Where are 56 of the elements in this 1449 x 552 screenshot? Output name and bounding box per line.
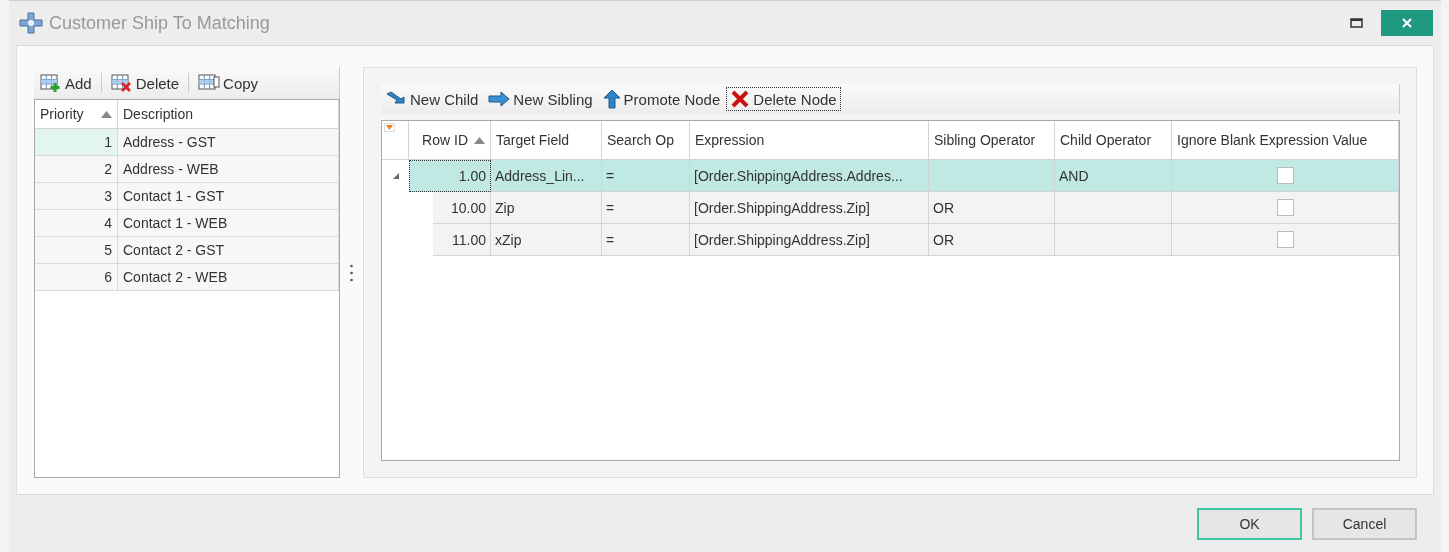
- table-cell: OR: [929, 224, 1055, 256]
- table-cell[interactable]: 1: [35, 129, 118, 155]
- arrow-right-icon: [488, 91, 511, 107]
- toolbar-button[interactable]: Delete Node: [726, 87, 841, 111]
- table-cell: [Order.ShippingAddress.Zip]: [690, 224, 929, 256]
- sort-ascending-icon: [101, 110, 112, 118]
- table-cell[interactable]: 2: [35, 156, 118, 182]
- tree-row[interactable]: 10.00 Zip = [Order.ShippingAddress.Zip] OR: [382, 192, 1399, 224]
- checkbox[interactable]: [1276, 231, 1294, 248]
- table-cell[interactable]: Contact 2 - WEB: [118, 264, 339, 290]
- table-cell: 11.00: [433, 224, 491, 256]
- expand-arrow-icon[interactable]: [391, 172, 400, 180]
- table-cell: xZip: [491, 224, 602, 256]
- toolbar-button[interactable]: New Child: [381, 87, 483, 111]
- arrow-up-icon: [602, 89, 621, 109]
- table-cell: =: [602, 224, 690, 256]
- table-cell[interactable]: Contact 1 - GST: [118, 183, 339, 209]
- column-header[interactable]: Target Field: [491, 121, 602, 159]
- column-header[interactable]: Search Op: [602, 121, 690, 159]
- column-header[interactable]: Expression: [690, 121, 929, 159]
- table-cell[interactable]: 3: [35, 183, 118, 209]
- delete-icon: [730, 89, 751, 109]
- close-icon: [1401, 17, 1413, 29]
- column-header[interactable]: Child Operator: [1055, 121, 1172, 159]
- dialog-button[interactable]: Cancel: [1312, 507, 1417, 540]
- table-cell[interactable]: Address - WEB: [118, 156, 339, 182]
- close-button[interactable]: [1381, 10, 1433, 36]
- column-header[interactable]: Description: [118, 100, 339, 128]
- checkbox[interactable]: [1276, 167, 1294, 184]
- grid-copy-icon: [198, 73, 221, 93]
- maximize-icon: [1349, 18, 1363, 28]
- column-header[interactable]: Ignore Blank Expression Value: [1172, 121, 1399, 159]
- table-cell[interactable]: 4: [35, 210, 118, 236]
- toolbar-button[interactable]: Delete: [106, 71, 184, 95]
- table-cell[interactable]: 6: [35, 264, 118, 290]
- toolbar-button[interactable]: Promote Node: [598, 87, 725, 111]
- tree-row[interactable]: 1.00 Address_Lin... = [Order.ShippingAddress.Addres... AND: [382, 160, 1399, 192]
- tree-row[interactable]: 11.00 xZip = [Order.ShippingAddress.Zip] OR: [382, 224, 1399, 256]
- window-title: Customer Ship To Matching: [49, 12, 271, 34]
- table-cell[interactable]: Contact 2 - GST: [118, 237, 339, 263]
- table-cell[interactable]: Contact 1 - WEB: [118, 210, 339, 236]
- column-header[interactable]: Priority: [35, 100, 118, 128]
- toolbar-button[interactable]: New Sibling: [484, 87, 597, 111]
- toolbar-button[interactable]: Add: [36, 71, 96, 95]
- column-header[interactable]: Row ID: [409, 121, 491, 159]
- dialog-button[interactable]: OK: [1197, 507, 1302, 540]
- toolbar-button[interactable]: Copy: [194, 71, 263, 95]
- table-cell[interactable]: Address - GST: [118, 129, 339, 155]
- checkbox[interactable]: [1276, 199, 1294, 216]
- sort-ascending-icon: [474, 136, 485, 144]
- app-icon: [19, 12, 43, 34]
- filter-icon[interactable]: [384, 123, 395, 132]
- grid-add-icon: [40, 73, 62, 93]
- column-header[interactable]: Sibling Operator: [929, 121, 1055, 159]
- table-cell[interactable]: 5: [35, 237, 118, 263]
- grid-delete-icon: [110, 73, 133, 93]
